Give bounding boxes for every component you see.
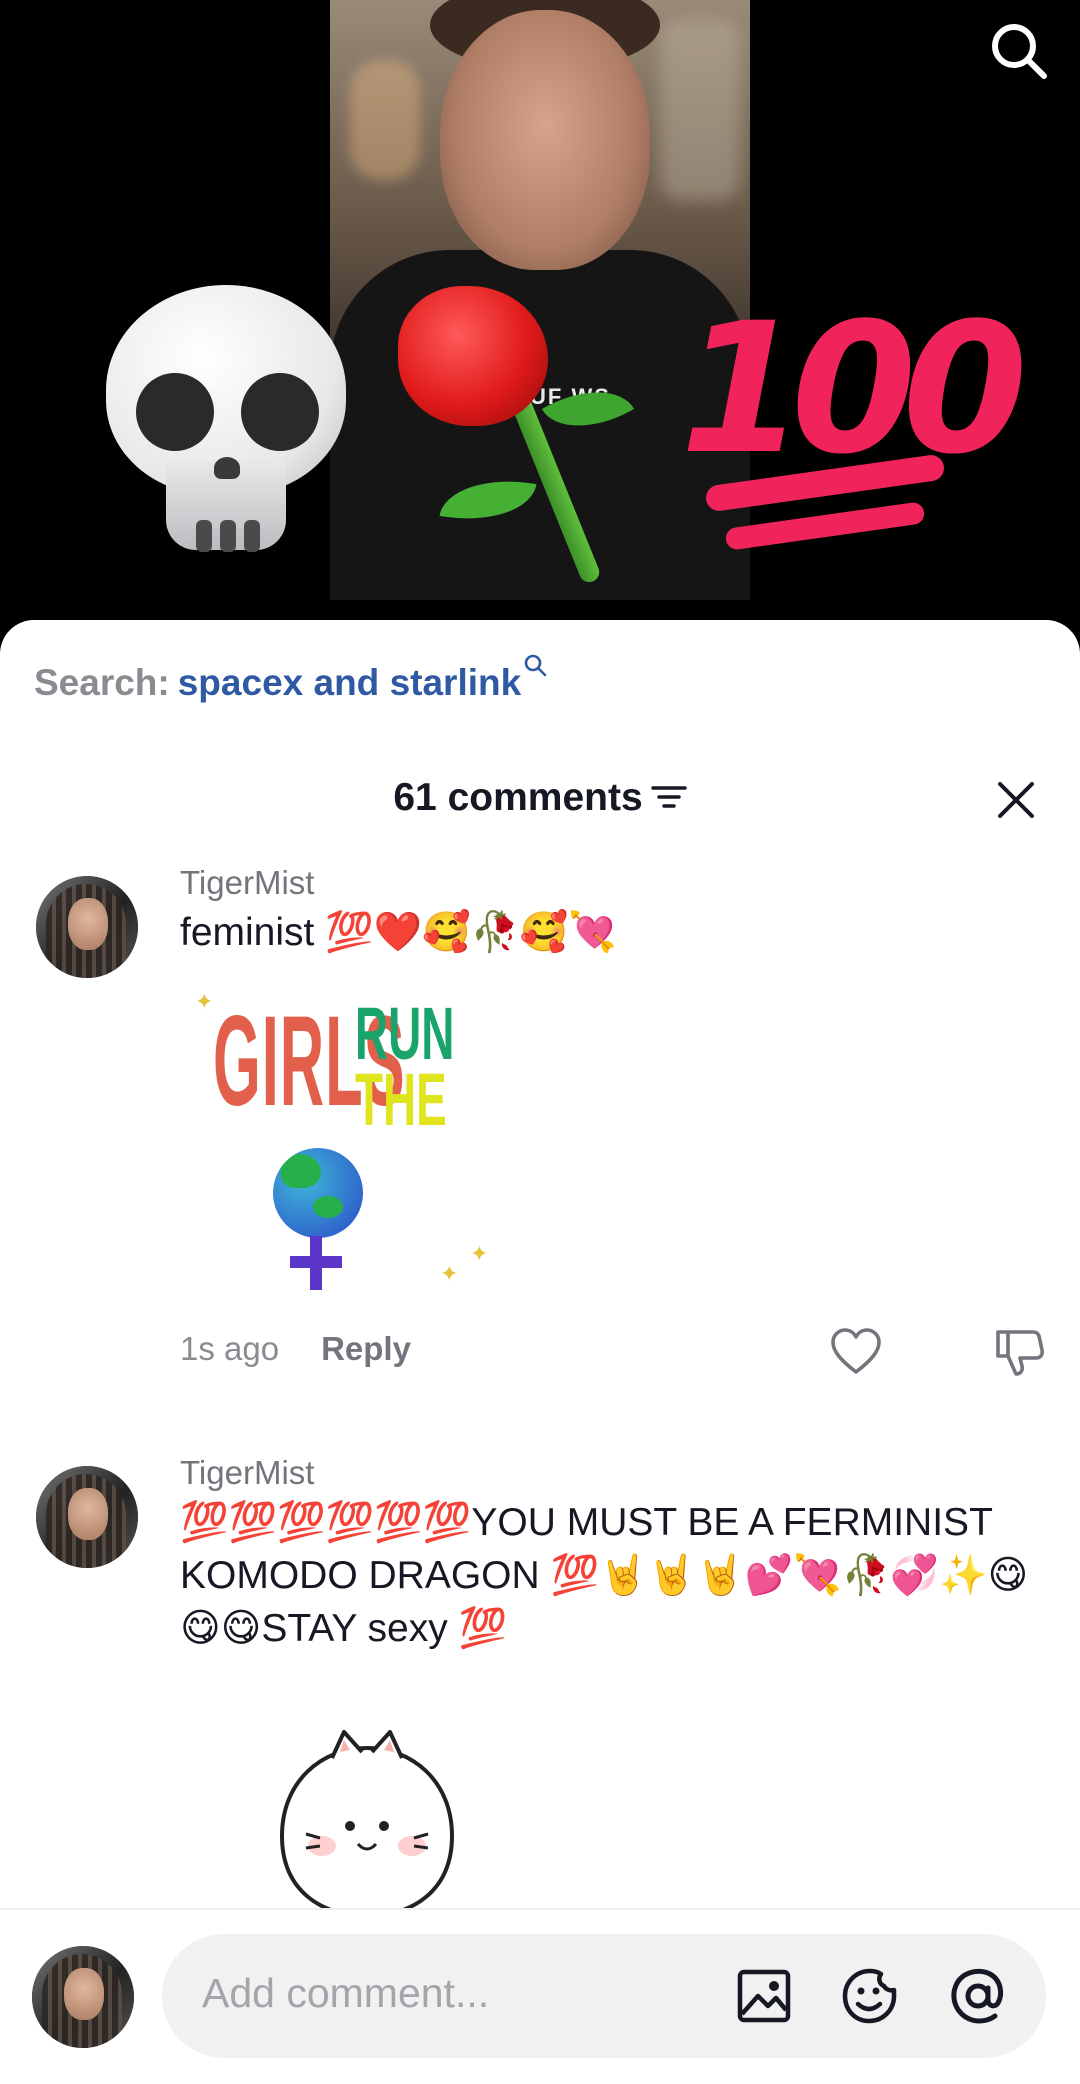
comment-username[interactable]: TigerMist [180, 1454, 314, 1492]
my-avatar[interactable] [32, 1946, 134, 2048]
close-icon[interactable] [994, 778, 1038, 822]
search-icon[interactable] [986, 18, 1050, 82]
heart-icon[interactable] [830, 1328, 882, 1376]
rose-emoji [388, 286, 635, 586]
white-cat-sticker [279, 1730, 455, 1910]
filter-icon[interactable] [650, 783, 687, 811]
girls-run-the-world-sticker: GIRLS RUN THE ✦ ✦ ✦ [195, 990, 505, 1310]
emoji-icon[interactable] [840, 1966, 900, 2026]
dislike-icon[interactable] [994, 1326, 1046, 1378]
comments-sheet: Search: spacex and starlink 61 comments T… [0, 620, 1080, 2084]
comments-header: 61 comments [0, 768, 1080, 832]
comment-placeholder[interactable]: Add comment... [202, 1970, 489, 2017]
mention-icon[interactable] [948, 1966, 1008, 2026]
comment-composer: Add comment... [0, 1908, 1080, 2084]
person-head [440, 10, 650, 270]
comments-list[interactable]: TigerMist feminist 💯❤️🥰🥀🥰💘 GIRLS RUN THE… [0, 860, 1080, 1910]
search-term-link[interactable]: spacex and starlink [178, 662, 521, 703]
search-label: Search: [34, 662, 170, 703]
comment-item: TigerMist 💯💯💯💯💯💯YOU MUST BE A FERMINIST … [0, 1450, 1080, 1910]
background-light [350, 60, 420, 180]
sparkle-icon: ✦ [470, 1242, 489, 1267]
sparkle-icon: ✦ [195, 990, 214, 1015]
globe-icon [273, 1148, 363, 1238]
reply-button[interactable]: Reply [321, 1330, 411, 1367]
avatar[interactable] [36, 1466, 138, 1568]
female-symbol-bar [290, 1256, 342, 1268]
comment-time: 1s ago [180, 1330, 280, 1367]
comment-input[interactable]: Add comment... [162, 1934, 1046, 2058]
avatar[interactable] [36, 876, 138, 978]
hundred-points-number: 100 [680, 285, 1028, 494]
comments-title: 61 comments [0, 776, 1080, 820]
search-icon [524, 654, 547, 677]
video-player[interactable]: UF WS 100 [0, 0, 1080, 640]
hundred-points-emoji: 100 [680, 300, 1028, 570]
comment-meta: 1s ago Reply [180, 1330, 411, 1368]
sticker-text-the: THE [355, 1058, 447, 1141]
comment-text: feminist 💯❤️🥰🥀🥰💘 [180, 911, 617, 954]
comments-count: 61 comments [393, 776, 643, 819]
comment-username[interactable]: TigerMist [180, 864, 314, 902]
background-light [660, 20, 740, 200]
comment-text: 💯💯💯💯💯💯YOU MUST BE A FERMINIST KOMODO DRA… [180, 1501, 1029, 1650]
skull-emoji [96, 285, 356, 565]
comment-item: TigerMist feminist 💯❤️🥰🥀🥰💘 GIRLS RUN THE… [0, 860, 1080, 1440]
related-search[interactable]: Search: spacex and starlink [34, 654, 547, 704]
sparkle-icon: ✦ [440, 1262, 459, 1287]
image-icon[interactable] [734, 1966, 794, 2026]
